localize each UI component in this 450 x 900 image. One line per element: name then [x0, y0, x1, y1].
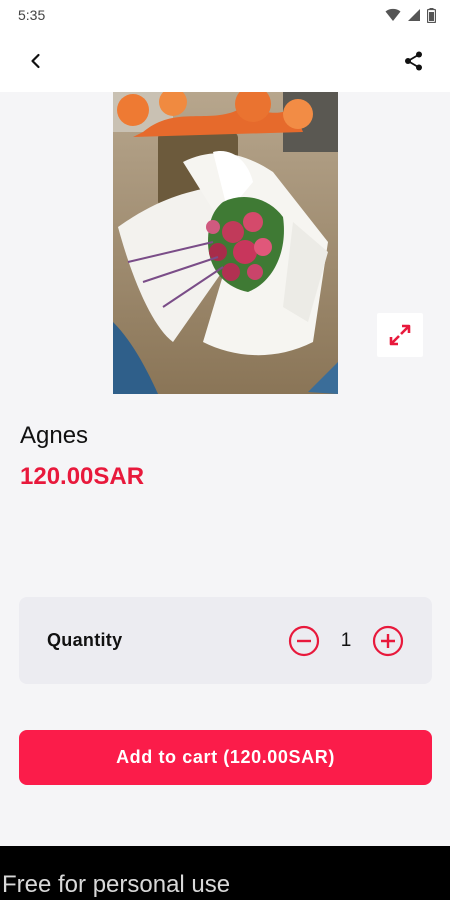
- app-bar: [0, 30, 450, 92]
- status-time: 5:35: [18, 7, 46, 23]
- share-icon: [405, 51, 422, 71]
- back-arrow-icon: [31, 53, 40, 69]
- watermark-banner: Free for personal use: [0, 846, 450, 900]
- back-button[interactable]: [16, 41, 56, 81]
- quantity-card: Quantity 1: [19, 597, 432, 684]
- product-price: 120.00SAR: [20, 463, 145, 490]
- product-name: Agnes: [20, 422, 89, 449]
- status-bar: 5:35: [0, 0, 450, 30]
- plus-icon[interactable]: [372, 625, 404, 657]
- minus-icon[interactable]: [288, 625, 320, 657]
- wifi-icon: [385, 8, 401, 21]
- product-image[interactable]: [113, 92, 338, 394]
- expand-icon: [389, 324, 411, 346]
- status-icons: [385, 7, 436, 23]
- quantity-value: 1: [340, 629, 352, 651]
- add-to-cart-button[interactable]: Add to cart (120.00SAR): [19, 730, 432, 785]
- quantity-label: Quantity: [47, 630, 123, 650]
- share-button[interactable]: [394, 41, 434, 81]
- signal-icon: [408, 9, 420, 21]
- bouquet-photo: [113, 92, 338, 394]
- quantity-stepper: 1: [288, 625, 404, 657]
- battery-icon: [427, 7, 436, 23]
- expand-image-button[interactable]: [377, 313, 423, 357]
